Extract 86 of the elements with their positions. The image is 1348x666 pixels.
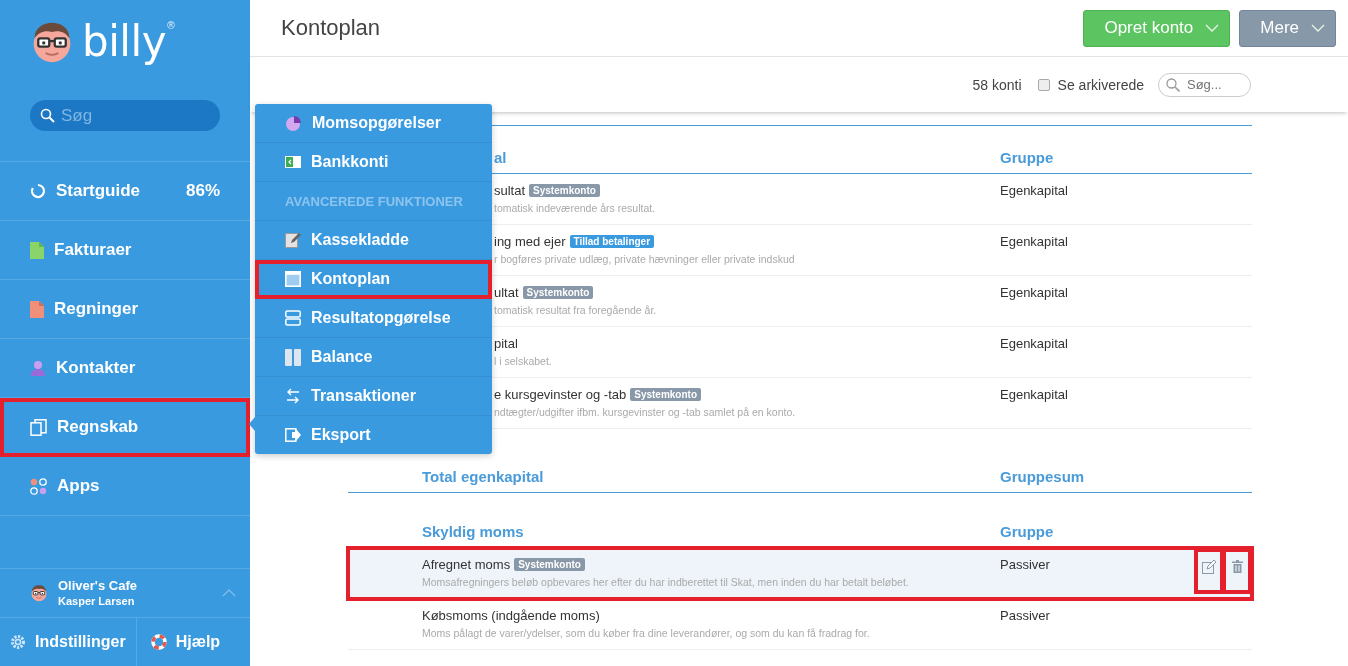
page-title: Kontoplan	[281, 15, 382, 41]
checkbox-label: Se arkiverede	[1057, 76, 1144, 93]
account-description: Momsafregningers beløb opbevares her efter du har indberettet til Skat, men inden du har betalt beløbet.	[422, 576, 910, 588]
column-heading: Gruppe	[1000, 149, 1054, 166]
account-name: ultat	[494, 285, 519, 300]
account-tag: Systemkonto	[522, 286, 594, 299]
search-icon	[40, 108, 55, 123]
ring-icon	[30, 183, 46, 199]
documents-icon	[30, 418, 47, 436]
account-name: Købsmoms (indgående moms)	[422, 608, 600, 623]
pencil-document-icon	[285, 232, 301, 248]
account-row[interactable]: sultat Systemkonto tomatisk indeværende års resultat. Egenkapital	[492, 174, 1252, 225]
account-row[interactable]: e kursgevinster og -tab Systemkonto ndtægter/udgifter ifbm. kursgevinster og -tab samlet på en konto. Egenkapital	[492, 378, 1252, 429]
account-group: Egenkapital	[1000, 285, 1068, 300]
total-label: Total egenkapital	[422, 468, 544, 485]
account-group: Egenkapital	[1000, 234, 1068, 249]
column-heading: Gruppe	[1000, 523, 1054, 540]
account-name: ing med ejer	[494, 234, 566, 249]
edit-button[interactable]	[1196, 550, 1222, 592]
section-heading: al	[494, 149, 507, 166]
footer-link[interactable]: Indstillinger	[0, 618, 136, 666]
menu-item[interactable]: Momsopgørelser	[255, 104, 492, 143]
menu-item[interactable]: Bankkonti	[255, 143, 492, 182]
account-description: ndtægter/udgifter ifbm. kursgevinster og -tab samlet på en konto.	[494, 406, 797, 418]
account-row[interactable]: ultat Systemkonto tomatisk resultat fra foregående år. Egenkapital	[492, 276, 1252, 327]
account-tag: Tillad betalinger	[569, 235, 655, 248]
account-description: r bogføres private udlæg, private hævninger eller private indskud	[494, 253, 796, 265]
account-row[interactable]: ing med ejer Tillad betalinger r bogføres private udlæg, private hævninger eller private indskud Egenkapital	[492, 225, 1252, 276]
footer-link[interactable]: Hjælp	[135, 618, 231, 666]
account-description: Moms pålagt de varer/ydelser, som du køber fra dine leverandører, og som du kan få fradrag for.	[422, 627, 871, 639]
search-field[interactable]: Søg	[30, 100, 220, 131]
search-field[interactable]: Søg...	[1158, 72, 1251, 97]
nav-item[interactable]: Regnskab	[0, 398, 250, 457]
banknote-icon	[285, 156, 301, 168]
person-icon	[30, 360, 46, 376]
progress-percent: 86%	[185, 181, 220, 201]
document-icon	[30, 300, 44, 318]
account-row[interactable]: Afregnet moms Systemkonto Momsafregningers beløb opbevares her efter du har indberettet til Skat, men inden du har betalt beløbet. Passiver	[348, 548, 1252, 599]
lifebuoy-icon	[150, 634, 167, 650]
company-switcher[interactable]: Oliver's Cafe Kasper Larsen	[0, 568, 250, 617]
settings-icon	[10, 634, 26, 650]
column-heading: Gruppesum	[1000, 468, 1085, 485]
account-name: Afregnet moms	[422, 557, 511, 572]
delete-icon	[1231, 560, 1243, 573]
stacked-rows-icon	[285, 310, 301, 326]
create-account-button[interactable]: Opret konto	[1083, 9, 1231, 47]
chevron-down-icon	[1311, 24, 1325, 32]
account-group: Passiver	[1000, 557, 1050, 572]
document-icon	[30, 241, 44, 259]
search-icon	[1166, 77, 1180, 92]
menu-item[interactable]: Transaktioner	[255, 377, 492, 416]
menu-item[interactable]: Balance	[255, 338, 492, 377]
account-description: tomatisk resultat fra foregående år.	[494, 304, 658, 316]
menu-item[interactable]: Kassekladde	[255, 221, 492, 260]
account-name: pital	[494, 336, 518, 351]
account-tag: Systemkonto	[529, 184, 600, 197]
account-tag: Systemkonto	[630, 388, 702, 401]
menu-item[interactable]: Kontoplan	[255, 260, 492, 299]
avatar-icon	[30, 584, 48, 602]
caret-icon	[222, 589, 236, 597]
section-heading: Skyldig moms	[422, 523, 524, 540]
chevron-down-icon	[1205, 24, 1220, 32]
pie-chart-icon	[285, 114, 302, 132]
more-button[interactable]: Mere	[1239, 9, 1336, 47]
account-description: tomatisk indeværende års resultat.	[494, 202, 657, 214]
logo-text: billy$^{®}$	[82, 21, 176, 63]
window-icon	[285, 271, 301, 287]
menu-section-heading: AVANCEREDE FUNKTIONER	[255, 182, 492, 221]
account-row[interactable]: Købsmoms (indgående moms) Moms pålagt de varer/ydelser, som du køber fra dine leverandører, og som du kan få fradrag for. Passiver	[348, 599, 1252, 650]
delete-button[interactable]	[1224, 550, 1250, 592]
account-group: Egenkapital	[1000, 183, 1068, 198]
archived-checkbox[interactable]	[1037, 78, 1050, 91]
account-name: e kursgevinster og -tab	[494, 387, 627, 402]
columns-icon	[285, 348, 301, 366]
menu-item[interactable]: Eksport	[255, 416, 492, 454]
edit-icon	[1202, 560, 1216, 574]
account-group: Passiver	[1000, 608, 1050, 623]
account-count: 58 konti	[972, 76, 1022, 93]
account-name: sultat	[494, 183, 526, 198]
export-icon	[285, 428, 301, 442]
account-tag: Systemkonto	[514, 558, 585, 571]
account-group: Egenkapital	[1000, 387, 1068, 402]
swap-arrows-icon	[285, 388, 301, 404]
account-group: Egenkapital	[1000, 336, 1068, 351]
apps-icon	[30, 477, 47, 495]
menu-item[interactable]: Resultatopgørelse	[255, 299, 492, 338]
